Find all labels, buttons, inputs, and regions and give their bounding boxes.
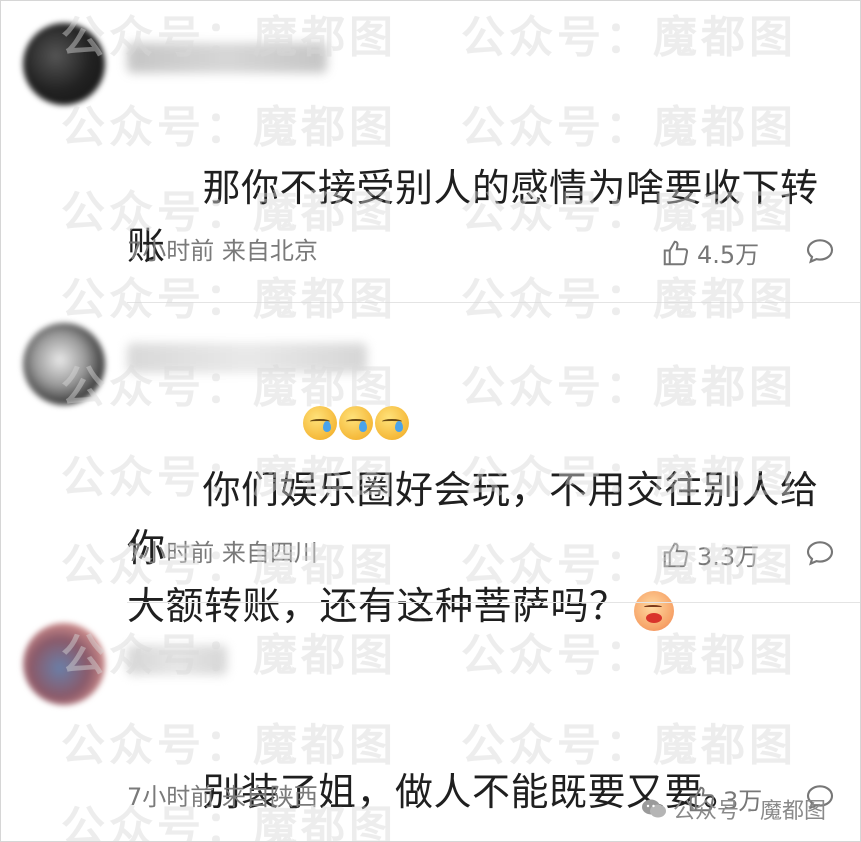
thumbs-up-icon [663, 240, 689, 265]
username-blurred[interactable] [127, 645, 227, 675]
avatar[interactable] [23, 23, 105, 105]
like-button[interactable]: 4.5万 [661, 235, 759, 270]
comment-meta: 7小时前 来自四川 [127, 537, 318, 569]
username-blurred[interactable] [127, 43, 327, 73]
avatar[interactable] [23, 323, 105, 405]
comment-meta: 7小时前 来自陕西 [127, 781, 318, 813]
like-button[interactable]: 3.3万 [661, 537, 759, 572]
thumbs-up-icon [663, 542, 689, 567]
location: 来自陕西 [221, 783, 318, 811]
divider [127, 602, 860, 603]
location: 来自北京 [221, 237, 318, 265]
username-blurred[interactable] [127, 343, 367, 373]
timestamp: 7小时前 [127, 539, 215, 567]
timestamp: 7小时前 [127, 783, 215, 811]
reply-icon[interactable] [804, 537, 836, 569]
avatar[interactable] [23, 623, 105, 705]
like-count: 3.3万 [697, 543, 760, 571]
comment-meta: 7小时前 来自北京 [127, 235, 318, 267]
comment-item: 你们娱乐圈好会玩，不用交往别人给你 大额转账，还有这种菩萨吗？ 7小时前 来自四… [1, 303, 860, 631]
reply-icon[interactable] [804, 235, 836, 267]
wechat-icon [642, 799, 666, 818]
comment-list: 那你不接受别人的感情为啥要收下转账 7小时前 来自北京 4.5万 你们娱乐圈好会… [0, 0, 861, 842]
timestamp: 7小时前 [127, 237, 215, 265]
comment-item: 那你不接受别人的感情为啥要收下转账 7小时前 来自北京 4.5万 [1, 1, 860, 440]
like-count: 4.5万 [697, 241, 760, 269]
watermark-badge: 公众号 · 魔都图 [641, 793, 826, 825]
location: 来自四川 [221, 539, 318, 567]
watermark-label: 公众号 · 魔都图 [673, 799, 826, 824]
